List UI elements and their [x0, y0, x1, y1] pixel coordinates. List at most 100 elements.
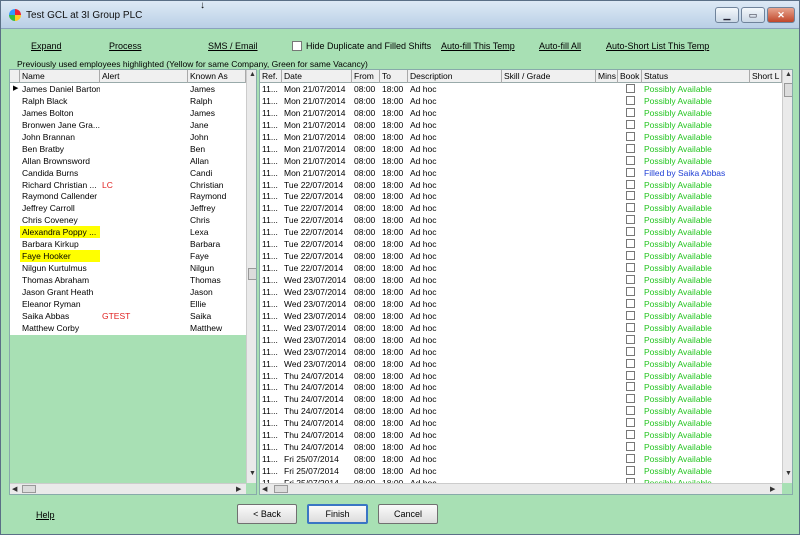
- shift-row[interactable]: 11... Mon 21/07/2014 08:00 18:00 Ad hoc Possi…: [260, 83, 782, 95]
- shift-row[interactable]: 11... Fri 25/07/2014 08:00 18:00 Ad hoc Possi…: [260, 465, 782, 477]
- shift-row[interactable]: 11... Tue 22/07/2014 08:00 18:00 Ad hoc Possi…: [260, 238, 782, 250]
- employee-row[interactable]: Allan Brownsword Allan: [10, 155, 246, 167]
- finish-button[interactable]: Finish: [307, 504, 368, 524]
- employee-row[interactable]: Eleanor Ryman Ellie: [10, 298, 246, 310]
- employee-row[interactable]: Saika Abbas GTEST Saika: [10, 310, 246, 322]
- scroll-down-icon[interactable]: ▼: [249, 470, 256, 477]
- shift-row[interactable]: 11... Wed 23/07/2014 08:00 18:00 Ad hoc Possi…: [260, 286, 782, 298]
- help-link[interactable]: Help: [36, 510, 55, 520]
- col-status-header[interactable]: Status: [642, 70, 750, 83]
- book-checkbox[interactable]: [626, 430, 635, 440]
- shift-row[interactable]: 11... Wed 23/07/2014 08:00 18:00 Ad hoc Possi…: [260, 358, 782, 370]
- shift-row[interactable]: 11... Tue 22/07/2014 08:00 18:00 Ad hoc Possi…: [260, 250, 782, 262]
- book-checkbox[interactable]: [626, 286, 635, 296]
- shift-scroll-up-icon[interactable]: ▲: [785, 71, 792, 78]
- shift-row[interactable]: 11... Tue 22/07/2014 08:00 18:00 Ad hoc Possi…: [260, 262, 782, 274]
- shift-row[interactable]: 11... Thu 24/07/2014 08:00 18:00 Ad hoc Possi…: [260, 370, 782, 382]
- employee-row[interactable]: Raymond Callender Raymond: [10, 190, 246, 202]
- book-checkbox[interactable]: [626, 358, 635, 368]
- book-checkbox[interactable]: [626, 466, 635, 475]
- shift-row[interactable]: 11... Wed 23/07/2014 08:00 18:00 Ad hoc Possi…: [260, 274, 782, 286]
- employee-row[interactable]: Faye Hooker Faye: [10, 250, 246, 263]
- employee-row[interactable]: John Brannan John: [10, 131, 246, 143]
- shift-row[interactable]: 11... Tue 22/07/2014 08:00 18:00 Ad hoc Possi…: [260, 214, 782, 226]
- shift-scroll-down-icon[interactable]: ▼: [785, 470, 792, 477]
- shift-row[interactable]: 11... Mon 21/07/2014 08:00 18:00 Ad hoc Possi…: [260, 155, 782, 167]
- employee-horizontal-scrollbar[interactable]: ◀ ▶: [10, 483, 246, 494]
- book-checkbox[interactable]: [626, 310, 635, 320]
- shift-row[interactable]: 11... Mon 21/07/2014 08:00 18:00 Ad hoc Possi…: [260, 107, 782, 119]
- shift-vertical-scrollbar[interactable]: ▲ ▼: [782, 70, 792, 483]
- shift-row[interactable]: 11... Thu 24/07/2014 08:00 18:00 Ad hoc Possi…: [260, 417, 782, 429]
- book-checkbox[interactable]: [626, 406, 635, 416]
- shift-row[interactable]: 11... Wed 23/07/2014 08:00 18:00 Ad hoc Possi…: [260, 298, 782, 310]
- process-link[interactable]: Process: [109, 41, 142, 51]
- shift-row[interactable]: 11... Thu 24/07/2014 08:00 18:00 Ad hoc Possi…: [260, 381, 782, 393]
- book-checkbox[interactable]: [626, 263, 635, 273]
- shift-row[interactable]: 11... Thu 24/07/2014 08:00 18:00 Ad hoc Possi…: [260, 441, 782, 453]
- employee-row[interactable]: Barbara Kirkup Barbara: [10, 238, 246, 250]
- maximize-button[interactable]: ▭: [741, 7, 765, 23]
- employee-row[interactable]: Candida Burns Candi: [10, 167, 246, 179]
- shift-scroll-left-icon[interactable]: ◀: [262, 485, 267, 493]
- expand-link[interactable]: Expand: [31, 41, 62, 51]
- book-checkbox[interactable]: [626, 131, 635, 141]
- shift-row[interactable]: 11... Tue 22/07/2014 08:00 18:00 Ad hoc Possi…: [260, 179, 782, 191]
- employee-row[interactable]: Nilgun Kurtulmus Nilgun: [10, 262, 246, 274]
- book-checkbox[interactable]: [626, 298, 635, 308]
- shift-row[interactable]: 11... Tue 22/07/2014 08:00 18:00 Ad hoc Possi…: [260, 202, 782, 214]
- col-ref-header[interactable]: Ref.: [260, 70, 282, 83]
- col-name-header[interactable]: Name: [20, 70, 100, 83]
- shift-row[interactable]: 11... Wed 23/07/2014 08:00 18:00 Ad hoc Possi…: [260, 310, 782, 322]
- book-checkbox[interactable]: [626, 322, 635, 332]
- employee-row[interactable]: Richard Christian ... LC Christian: [10, 179, 246, 191]
- employee-hscroll-thumb[interactable]: [22, 485, 36, 493]
- shift-row[interactable]: 11... Mon 21/07/2014 08:00 18:00 Ad hoc Possi…: [260, 119, 782, 131]
- book-checkbox[interactable]: [626, 215, 635, 225]
- col-alert-header[interactable]: Alert: [100, 70, 188, 83]
- employee-row[interactable]: Ben Bratby Ben: [10, 143, 246, 155]
- book-checkbox[interactable]: [626, 155, 635, 165]
- shift-row[interactable]: 11... Mon 21/07/2014 08:00 18:00 Ad hoc Fille…: [260, 167, 782, 179]
- employee-row[interactable]: James Bolton James: [10, 107, 246, 119]
- col-description-header[interactable]: Description: [408, 70, 502, 83]
- col-from-header[interactable]: From: [352, 70, 380, 83]
- employee-row[interactable]: Thomas Abraham Thomas: [10, 274, 246, 286]
- employee-row[interactable]: Chris Coveney Chris: [10, 214, 246, 226]
- employee-row[interactable]: Bronwen Jane Gra... Jane: [10, 119, 246, 131]
- shift-row[interactable]: 11... Fri 25/07/2014 08:00 18:00 Ad hoc Possi…: [260, 453, 782, 465]
- scroll-left-icon[interactable]: ◀: [12, 485, 17, 493]
- shift-scroll-thumb[interactable]: [784, 83, 792, 97]
- book-checkbox[interactable]: [626, 167, 635, 177]
- shift-row[interactable]: 11... Wed 23/07/2014 08:00 18:00 Ad hoc Possi…: [260, 346, 782, 358]
- book-checkbox[interactable]: [626, 370, 635, 380]
- employee-row[interactable]: Ralph Black Ralph: [10, 95, 246, 107]
- book-checkbox[interactable]: [626, 227, 635, 237]
- col-short-list-header[interactable]: Short L: [750, 70, 782, 83]
- employee-row[interactable]: Alexandra Poppy ... Lexa: [10, 226, 246, 239]
- shift-row[interactable]: 11... Tue 22/07/2014 08:00 18:00 Ad hoc Possi…: [260, 190, 782, 202]
- hide-duplicate-checkbox[interactable]: [292, 41, 302, 51]
- employee-row[interactable]: Jason Grant Heath Jason: [10, 286, 246, 298]
- sms-email-link[interactable]: SMS / Email: [208, 41, 258, 51]
- title-bar[interactable]: Test GCL at 3I Group PLC ▁ ▭ ✕: [1, 1, 799, 29]
- minimize-button[interactable]: ▁: [715, 7, 739, 23]
- shift-scroll-right-icon[interactable]: ▶: [770, 485, 775, 493]
- col-book-header[interactable]: Book: [618, 70, 642, 83]
- book-checkbox[interactable]: [626, 346, 635, 356]
- col-date-header[interactable]: Date: [282, 70, 352, 83]
- shift-row[interactable]: 11... Tue 22/07/2014 08:00 18:00 Ad hoc Possi…: [260, 226, 782, 238]
- shift-row[interactable]: 11... Wed 23/07/2014 08:00 18:00 Ad hoc Possi…: [260, 334, 782, 346]
- col-to-header[interactable]: To: [380, 70, 408, 83]
- scroll-up-icon[interactable]: ▲: [249, 71, 256, 78]
- book-checkbox[interactable]: [626, 334, 635, 344]
- shift-row[interactable]: 11... Mon 21/07/2014 08:00 18:00 Ad hoc Possi…: [260, 95, 782, 107]
- book-checkbox[interactable]: [626, 143, 635, 153]
- close-button[interactable]: ✕: [767, 7, 795, 23]
- autofill-temp-link[interactable]: Auto-fill This Temp: [441, 41, 515, 51]
- shift-hscroll-thumb[interactable]: [274, 485, 288, 493]
- employee-row[interactable]: Matthew Corby Matthew: [10, 322, 246, 334]
- col-skill-header[interactable]: Skill / Grade: [502, 70, 596, 83]
- employee-row[interactable]: Jeffrey Carroll Jeffrey: [10, 202, 246, 214]
- back-button[interactable]: < Back: [237, 504, 297, 524]
